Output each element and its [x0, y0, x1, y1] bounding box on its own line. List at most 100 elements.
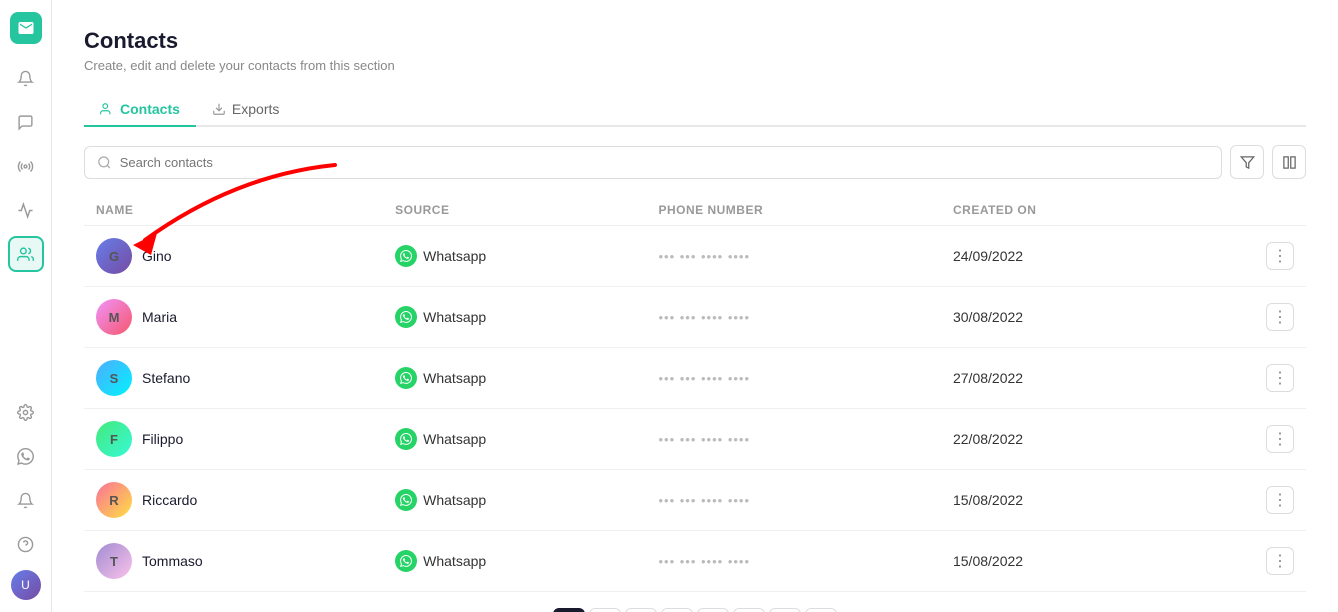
table-row: T Tommaso Whatsapp ••• ••• •••• •••• 15/…	[84, 531, 1306, 592]
contact-name-2: Stefano	[142, 370, 190, 386]
page-button-...[interactable]: ...	[661, 608, 693, 612]
page-button-314[interactable]: 314	[697, 608, 729, 612]
contact-date-cell-2: 27/08/2022	[941, 348, 1187, 409]
page-subtitle: Create, edit and delete your contacts fr…	[84, 58, 1306, 73]
contact-date-cell-3: 22/08/2022	[941, 409, 1187, 470]
contact-date-cell-1: 30/08/2022	[941, 287, 1187, 348]
contact-name-cell-3: F Filippo	[84, 409, 383, 470]
contact-name-cell-2: S Stefano	[84, 348, 383, 409]
contact-name-cell-5: T Tommaso	[84, 531, 383, 592]
contact-source-label-4: Whatsapp	[423, 492, 486, 508]
sidebar-item-alert[interactable]	[8, 482, 44, 518]
contact-source-cell-0: Whatsapp	[383, 226, 646, 287]
sidebar-item-analytics[interactable]	[8, 192, 44, 228]
filter-button[interactable]	[1230, 145, 1264, 179]
whatsapp-icon-3	[395, 428, 417, 450]
contacts-table: Name Source Phone Number Created on G Gi…	[84, 195, 1306, 592]
page-button-315[interactable]: 315	[733, 608, 765, 612]
contact-date-cell-0: 24/09/2022	[941, 226, 1187, 287]
sidebar-item-settings[interactable]	[8, 394, 44, 430]
col-source: Source	[383, 195, 646, 226]
tab-bar: Contacts Exports	[84, 93, 1306, 127]
user-avatar[interactable]: U	[11, 570, 41, 600]
contact-avatar-4: R	[96, 482, 132, 518]
contact-actions-cell-1: ⋮	[1187, 287, 1306, 348]
main-content: Contacts Create, edit and delete your co…	[52, 0, 1338, 612]
contact-date-cell-4: 15/08/2022	[941, 470, 1187, 531]
whatsapp-icon-5	[395, 550, 417, 572]
whatsapp-icon-1	[395, 306, 417, 328]
contact-date-5: 15/08/2022	[953, 553, 1023, 569]
contact-phone-4: ••• ••• •••• ••••	[658, 493, 750, 508]
page-next-button[interactable]: →	[805, 608, 837, 612]
contact-source-label-1: Whatsapp	[423, 309, 486, 325]
contact-actions-cell-5: ⋮	[1187, 531, 1306, 592]
contact-name-4: Riccardo	[142, 492, 197, 508]
sidebar-item-broadcast[interactable]	[8, 148, 44, 184]
contact-phone-cell-2: ••• ••• •••• ••••	[646, 348, 941, 409]
page-button-2[interactable]: 2	[589, 608, 621, 612]
search-input[interactable]	[120, 155, 1209, 170]
contact-avatar-5: T	[96, 543, 132, 579]
contact-more-button-3[interactable]: ⋮	[1266, 425, 1294, 453]
contact-actions-cell-4: ⋮	[1187, 470, 1306, 531]
contact-source-cell-5: Whatsapp	[383, 531, 646, 592]
contact-phone-1: ••• ••• •••• ••••	[658, 310, 750, 325]
contact-avatar-3: F	[96, 421, 132, 457]
columns-button[interactable]	[1272, 145, 1306, 179]
contact-actions-cell-3: ⋮	[1187, 409, 1306, 470]
contact-more-button-0[interactable]: ⋮	[1266, 242, 1294, 270]
sidebar: U	[0, 0, 52, 612]
sidebar-item-notifications[interactable]	[8, 60, 44, 96]
contact-phone-cell-5: ••• ••• •••• ••••	[646, 531, 941, 592]
pagination: 123... 314 315 316 →	[84, 592, 1306, 612]
col-name: Name	[84, 195, 383, 226]
contact-more-button-5[interactable]: ⋮	[1266, 547, 1294, 575]
sidebar-item-help[interactable]	[8, 526, 44, 562]
table-row: G Gino Whatsapp ••• ••• •••• •••• 24/09/…	[84, 226, 1306, 287]
page-button-316[interactable]: 316	[769, 608, 801, 612]
whatsapp-icon-2	[395, 367, 417, 389]
contact-date-2: 27/08/2022	[953, 370, 1023, 386]
contact-avatar-0: G	[96, 238, 132, 274]
contact-source-label-2: Whatsapp	[423, 370, 486, 386]
contact-date-4: 15/08/2022	[953, 492, 1023, 508]
contact-source-label-5: Whatsapp	[423, 553, 486, 569]
app-logo[interactable]	[10, 12, 42, 44]
page-button-3[interactable]: 3	[625, 608, 657, 612]
sidebar-item-contacts[interactable]	[8, 236, 44, 272]
contact-actions-cell-0: ⋮	[1187, 226, 1306, 287]
whatsapp-icon-0	[395, 245, 417, 267]
contact-phone-cell-4: ••• ••• •••• ••••	[646, 470, 941, 531]
tab-contacts[interactable]: Contacts	[84, 93, 196, 127]
contact-more-button-4[interactable]: ⋮	[1266, 486, 1294, 514]
contact-actions-cell-2: ⋮	[1187, 348, 1306, 409]
contact-date-0: 24/09/2022	[953, 248, 1023, 264]
table-row: F Filippo Whatsapp ••• ••• •••• •••• 22/…	[84, 409, 1306, 470]
page-button-1[interactable]: 1	[553, 608, 585, 612]
search-row	[84, 145, 1306, 179]
contact-source-cell-2: Whatsapp	[383, 348, 646, 409]
contact-phone-3: ••• ••• •••• ••••	[658, 432, 750, 447]
contact-avatar-2: S	[96, 360, 132, 396]
col-actions	[1187, 195, 1306, 226]
contact-name-5: Tommaso	[142, 553, 203, 569]
whatsapp-icon-4	[395, 489, 417, 511]
contact-more-button-1[interactable]: ⋮	[1266, 303, 1294, 331]
contact-source-cell-3: Whatsapp	[383, 409, 646, 470]
table-row: M Maria Whatsapp ••• ••• •••• •••• 30/08…	[84, 287, 1306, 348]
sidebar-item-whatsapp[interactable]	[8, 438, 44, 474]
contact-source-cell-1: Whatsapp	[383, 287, 646, 348]
sidebar-item-chat[interactable]	[8, 104, 44, 140]
contact-source-cell-4: Whatsapp	[383, 470, 646, 531]
contact-source-label-0: Whatsapp	[423, 248, 486, 264]
contact-more-button-2[interactable]: ⋮	[1266, 364, 1294, 392]
contact-date-3: 22/08/2022	[953, 431, 1023, 447]
table-row: S Stefano Whatsapp ••• ••• •••• •••• 27/…	[84, 348, 1306, 409]
contact-phone-2: ••• ••• •••• ••••	[658, 371, 750, 386]
contact-phone-5: ••• ••• •••• ••••	[658, 554, 750, 569]
search-box[interactable]	[84, 146, 1222, 179]
tab-exports[interactable]: Exports	[196, 93, 295, 127]
contact-name-cell-0: G Gino	[84, 226, 383, 287]
contact-name-cell-4: R Riccardo	[84, 470, 383, 531]
